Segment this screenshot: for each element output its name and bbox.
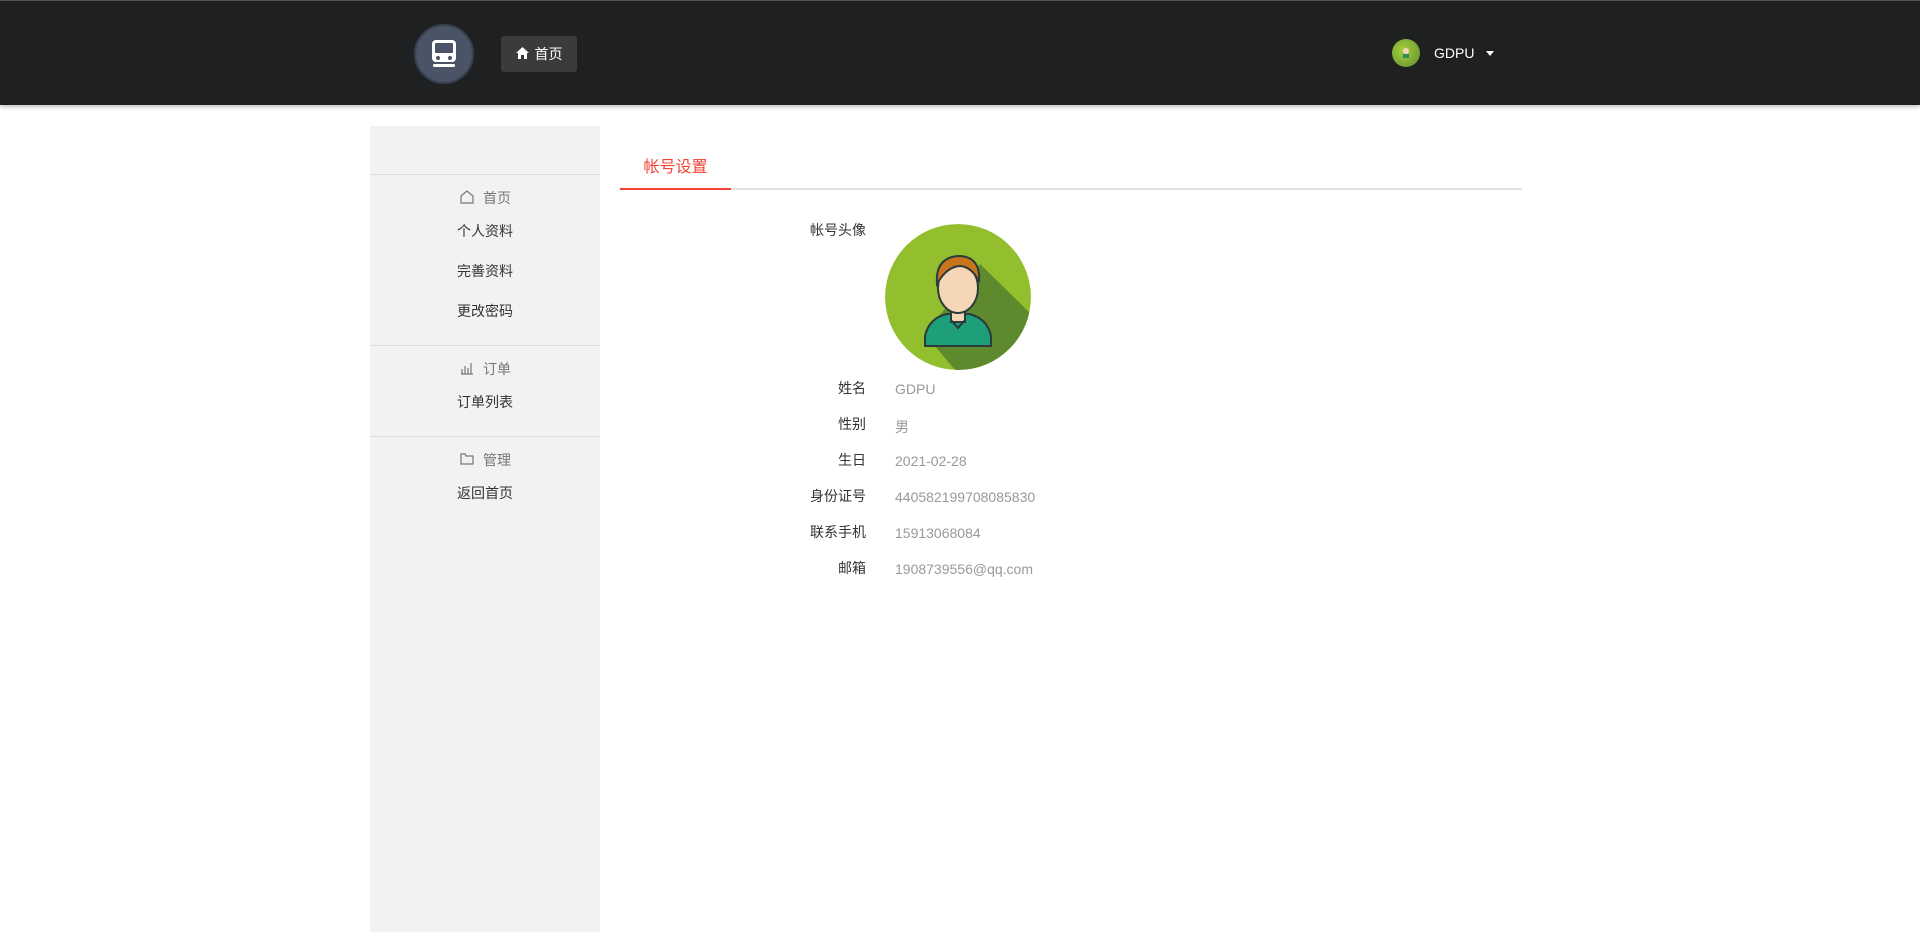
field-label: 生日 xyxy=(838,452,866,468)
field-label: 姓名 xyxy=(838,380,866,396)
sidebar-item-profile[interactable]: 个人资料 xyxy=(370,211,600,251)
field-value: 2021-02-28 xyxy=(895,453,967,469)
sidebar: 首页 个人资料 完善资料 更改密码 订单 订单列表 管理 返回首页 xyxy=(370,126,600,932)
field-label: 性别 xyxy=(838,416,866,432)
sidebar-item-change-password[interactable]: 更改密码 xyxy=(370,291,600,331)
sidebar-group-manage: 管理 返回首页 xyxy=(370,436,600,527)
sidebar-group-title: 首页 xyxy=(483,190,511,206)
profile-avatar[interactable] xyxy=(885,224,1031,370)
train-icon[interactable] xyxy=(414,24,474,84)
avatar-icon xyxy=(1392,39,1420,67)
avatar-label: 帐号头像 xyxy=(810,222,866,238)
chart-icon xyxy=(459,360,475,379)
home-button-label: 首页 xyxy=(534,46,563,62)
field-label: 联系手机 xyxy=(810,524,866,540)
sidebar-item-order-list[interactable]: 订单列表 xyxy=(370,382,600,422)
home-button[interactable]: 首页 xyxy=(501,36,577,72)
sidebar-group-head: 首页 xyxy=(370,185,600,211)
sidebar-group-head: 订单 xyxy=(370,356,600,382)
field-value: 440582199708085830 xyxy=(895,489,1036,505)
sidebar-group-home: 首页 个人资料 完善资料 更改密码 xyxy=(370,174,600,345)
field-label: 身份证号 xyxy=(810,488,866,504)
field-value: GDPU xyxy=(895,381,936,397)
home-outline-icon xyxy=(459,189,475,208)
caret-down-icon xyxy=(1486,50,1495,56)
folder-icon xyxy=(459,451,475,470)
top-navbar: 首页 GDPU xyxy=(0,0,1920,105)
sidebar-group-title: 订单 xyxy=(483,361,511,377)
user-name: GDPU xyxy=(1434,45,1475,61)
field-value: 15913068084 xyxy=(895,525,981,541)
sidebar-group-orders: 订单 订单列表 xyxy=(370,345,600,436)
tab-bar: 帐号设置 xyxy=(620,150,1522,190)
sidebar-item-complete-profile[interactable]: 完善资料 xyxy=(370,251,600,291)
user-menu[interactable]: GDPU xyxy=(1392,39,1495,67)
sidebar-group-title: 管理 xyxy=(483,452,511,468)
field-value: 男 xyxy=(895,419,909,435)
tab-account-settings[interactable]: 帐号设置 xyxy=(620,150,731,190)
field-label: 邮箱 xyxy=(838,560,866,576)
home-icon xyxy=(515,46,529,62)
sidebar-group-head: 管理 xyxy=(370,447,600,473)
sidebar-item-back-home[interactable]: 返回首页 xyxy=(370,473,600,513)
field-value: 1908739556@qq.com xyxy=(895,561,1033,577)
